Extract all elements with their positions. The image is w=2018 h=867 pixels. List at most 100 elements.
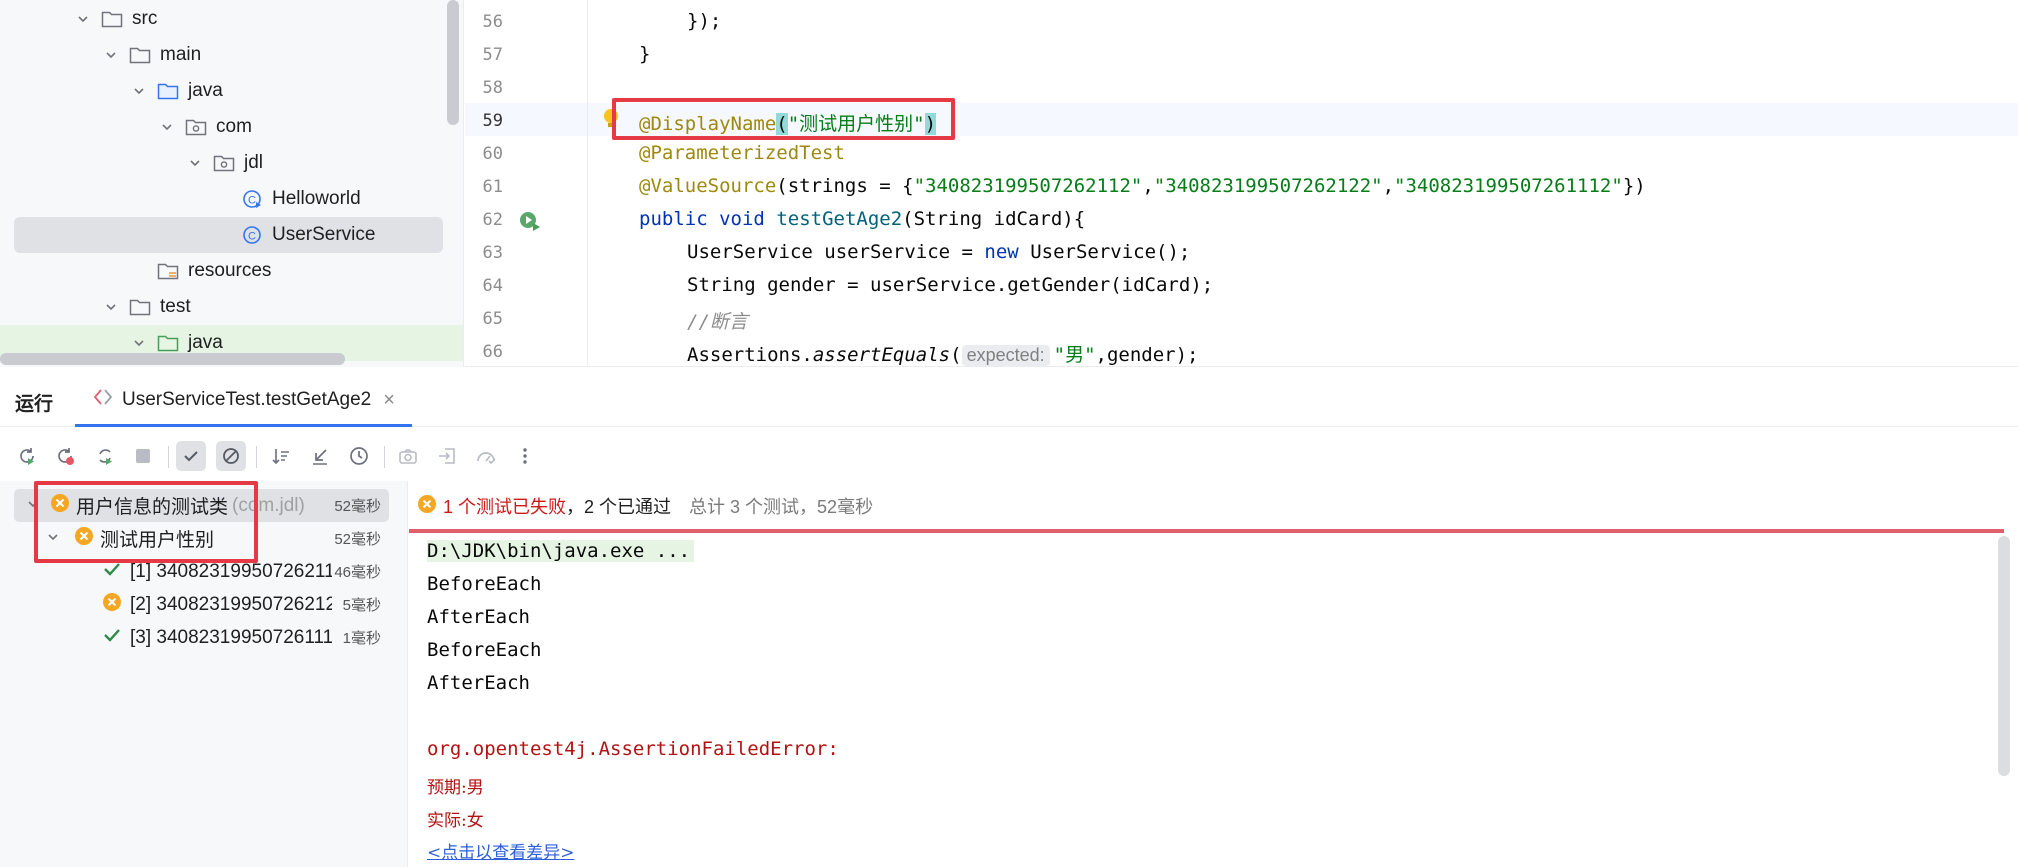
code-line-60: @ParameterizedTest	[639, 142, 845, 164]
tree-item-label: UserService	[272, 224, 376, 245]
test-node-time: 52毫秒	[334, 531, 381, 548]
line-number: 65	[482, 309, 503, 329]
run-panel-title: 运行	[15, 394, 54, 415]
tree-item-label: src	[132, 8, 158, 29]
run-tool-window-header: 运行 UserServiceTest.testGetAge2 ×	[0, 375, 2018, 427]
tree-item-label: java	[188, 332, 223, 353]
tree-item-resources[interactable]: resources	[0, 253, 449, 289]
folder-icon	[100, 8, 124, 30]
status-passed-text: ，2 个已通过	[566, 497, 672, 517]
class-runnable-icon: C	[240, 188, 264, 210]
close-icon[interactable]: ×	[383, 389, 395, 412]
rerun-icon[interactable]	[12, 441, 42, 471]
chevron-down-icon[interactable]	[184, 152, 206, 174]
more-icon[interactable]	[510, 441, 540, 471]
tree-item-helloworld[interactable]: C Helloworld	[0, 181, 449, 217]
test-node-time: 5毫秒	[342, 597, 381, 614]
source-folder-icon	[156, 80, 180, 102]
chevron-down-icon[interactable]	[72, 8, 94, 30]
chevron-down-icon[interactable]	[100, 296, 122, 318]
stop-icon[interactable]	[128, 441, 158, 471]
tree-item-label: main	[160, 44, 202, 65]
tree-item-label: java	[188, 80, 223, 101]
tree-vertical-scrollbar[interactable]	[447, 0, 459, 125]
chevron-down-icon[interactable]	[128, 80, 150, 102]
console-line: BeforeEach	[427, 639, 542, 661]
test-node-time: 46毫秒	[334, 564, 381, 581]
console-line: BeforeEach	[427, 573, 542, 595]
test-folder-icon	[156, 332, 180, 354]
svg-text:C: C	[248, 195, 256, 207]
code-line-65: //断言	[687, 311, 748, 333]
tree-horizontal-scrollbar[interactable]	[0, 353, 345, 365]
show-passed-icon[interactable]	[176, 441, 206, 471]
test-results-tree: 用户信息的测试类 (com.jdl) 52毫秒 测试用户性别 52毫秒 [1] …	[0, 481, 408, 867]
line-number: 63	[482, 243, 503, 263]
chevron-down-icon[interactable]	[128, 332, 150, 354]
camera-icon[interactable]	[393, 441, 423, 471]
sort-icon[interactable]	[266, 441, 296, 471]
code-line-66: Assertions.assertEquals(expected: "男",gen…	[687, 344, 1199, 366]
console-expected-line: 预期:男	[427, 778, 484, 798]
tree-item-main[interactable]: main	[0, 37, 449, 73]
toolbar-separator	[384, 446, 385, 468]
package-icon	[184, 116, 208, 138]
code-line-63: UserService userService = new UserServic…	[687, 241, 1191, 263]
tree-item-test[interactable]: test	[0, 289, 449, 325]
tree-item-jdl[interactable]: jdl	[0, 145, 449, 181]
tree-item-label: jdl	[244, 152, 264, 173]
tree-item-userservice[interactable]: C UserService	[14, 217, 443, 253]
active-tab-underline	[75, 424, 412, 427]
test-failed-icon	[102, 592, 122, 618]
line-number: 57	[482, 45, 503, 65]
line-number: 56	[482, 12, 503, 32]
tree-item-label: Helloworld	[272, 188, 361, 209]
test-config-icon	[92, 387, 114, 413]
chevron-down-icon[interactable]	[100, 44, 122, 66]
code-editor[interactable]: 56 57 58 59 60 61 62 63 64 65 66 }); } @…	[465, 0, 2018, 367]
gutter-separator	[587, 0, 588, 366]
test-status-bar: 1 个测试已失败 ，2 个已通过 总计 3 个测试，52毫秒	[409, 481, 2018, 531]
history-icon[interactable]	[344, 441, 374, 471]
tab-run-configuration[interactable]: UserServiceTest.testGetAge2 ×	[92, 387, 395, 413]
line-number: 61	[482, 177, 503, 197]
code-line-56: });	[687, 10, 722, 32]
show-ignored-icon[interactable]	[216, 441, 246, 471]
project-tree: src main java com jdl C Helloworld C Use…	[0, 0, 464, 367]
test-node-label: [2] 340823199507262122	[130, 593, 332, 615]
chevron-down-icon[interactable]	[156, 116, 178, 138]
toolbar-separator	[256, 446, 257, 468]
test-node-time: 52毫秒	[334, 498, 381, 515]
code-line-61: @ValueSource(strings = {"340823199507262…	[639, 175, 1646, 197]
console-line: AfterEach	[427, 606, 530, 628]
console-error-line: org.opentest4j.AssertionFailedError:	[427, 738, 839, 760]
toolbar-separator	[168, 446, 169, 468]
tree-item-com[interactable]: com	[0, 109, 449, 145]
line-number: 62	[482, 210, 503, 230]
collapse-icon[interactable]	[305, 441, 335, 471]
tree-item-label: test	[160, 296, 191, 317]
tree-item-src[interactable]: src	[0, 1, 449, 37]
line-number: 60	[482, 144, 503, 164]
run-test-gutter-icon[interactable]	[518, 210, 542, 237]
rerun-failed-icon[interactable]	[50, 441, 80, 471]
test-node-case-2[interactable]: [2] 340823199507262122 5毫秒	[0, 588, 407, 621]
import-icon[interactable]	[432, 441, 462, 471]
line-number: 66	[482, 342, 503, 362]
test-node-label: [3] 340823199507261112	[130, 626, 332, 648]
parameter-hint: expected:	[961, 345, 1050, 366]
console-actual-line: 实际:女	[427, 811, 484, 831]
test-node-case-3[interactable]: [3] 340823199507261112 1毫秒	[0, 621, 407, 654]
rerun-toggle-icon[interactable]	[90, 441, 120, 471]
tree-item-java-main[interactable]: java	[0, 73, 449, 109]
tree-item-label: resources	[188, 260, 272, 281]
line-number: 59	[482, 111, 503, 131]
coverage-icon[interactable]	[471, 441, 501, 471]
view-diff-link[interactable]: <点击以查看差异>	[427, 838, 575, 863]
highlight-box-test-tree	[34, 481, 258, 563]
console-output[interactable]: 1 个测试已失败 ，2 个已通过 总计 3 个测试，52毫秒 D:\JDK\bi…	[409, 481, 2018, 867]
class-icon: C	[240, 224, 264, 246]
console-scrollbar[interactable]	[1998, 536, 2010, 776]
code-line-64: String gender = userService.getGender(id…	[687, 274, 1214, 296]
code-line-62: public void testGetAge2(String idCard){	[639, 208, 1086, 230]
